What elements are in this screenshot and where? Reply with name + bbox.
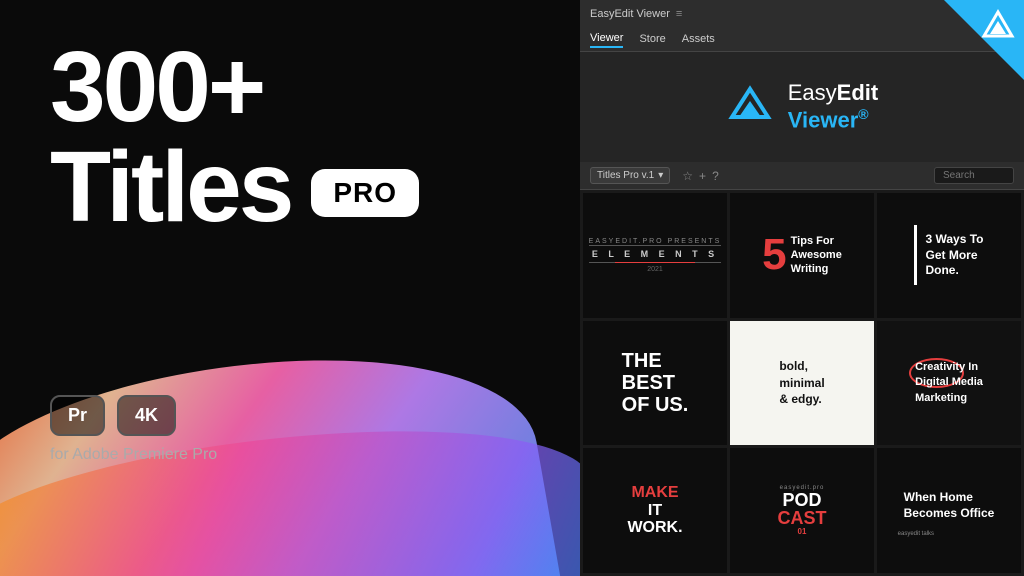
title-bar-text: EasyEdit Viewer: [590, 8, 670, 20]
tile-tips[interactable]: 5 Tips ForAwesomeWriting: [730, 193, 874, 318]
add-icon[interactable]: +: [699, 169, 706, 183]
main-number: 300+: [50, 40, 530, 135]
tile-podcast-title2: CAST: [778, 509, 827, 527]
search-input[interactable]: [934, 167, 1014, 184]
tile-elements-title: E L E M E N T S: [589, 245, 722, 263]
preset-label: Titles Pro v.1: [597, 170, 654, 181]
toolbar-icons: ☆ + ?: [682, 169, 718, 183]
pr-badge: Pr: [50, 395, 105, 436]
tile-bold[interactable]: bold,minimal& edgy.: [730, 321, 874, 446]
tile-podcast-title: POD: [778, 491, 827, 509]
left-panel: 300+ Titles PRO Pr 4K for Adobe Premiere…: [0, 0, 580, 576]
chevron-down-icon: ▾: [658, 170, 663, 181]
corner-logo-icon: [980, 8, 1016, 51]
logo-viewer: Viewer®: [788, 106, 869, 133]
tile-best[interactable]: THEBESTOF US.: [583, 321, 727, 446]
titles-row: Titles PRO: [50, 140, 530, 235]
tile-ways-bar: [914, 225, 917, 285]
tile-make[interactable]: MAKEITWORK.: [583, 448, 727, 573]
tile-ways-text: 3 Ways ToGet MoreDone.: [925, 232, 983, 279]
tile-elements[interactable]: easyedit.pro presents E L E M E N T S 20…: [583, 193, 727, 318]
star-icon[interactable]: ☆: [682, 169, 693, 183]
app-window: EasyEdit Viewer ≡ Viewer Store Assets Ea…: [580, 0, 1024, 576]
menu-viewer[interactable]: Viewer: [590, 32, 623, 48]
menu-icon: ≡: [676, 8, 682, 20]
logo-v-icon: [726, 83, 774, 131]
tile-home-content: When HomeBecomes Office easyedit talks: [892, 478, 1007, 543]
preset-selector[interactable]: Titles Pro v.1 ▾: [590, 167, 670, 184]
tile-podcast[interactable]: easyedit.pro POD CAST 01: [730, 448, 874, 573]
tile-creativity-inner: Creativity InDigital MediaMarketing: [909, 354, 989, 412]
tile-elements-content: easyedit.pro presents E L E M E N T S 20…: [589, 238, 722, 273]
pro-badge: PRO: [311, 169, 419, 217]
tile-home[interactable]: When HomeBecomes Office easyedit talks: [877, 448, 1021, 573]
tile-creativity-text: Creativity InDigital MediaMarketing: [909, 354, 989, 412]
premiere-label: for Adobe Premiere Pro: [0, 446, 580, 464]
logo-edit: Edit: [837, 80, 879, 106]
tile-home-sub: easyedit talks: [898, 531, 1001, 537]
tile-creativity[interactable]: Creativity InDigital MediaMarketing: [877, 321, 1021, 446]
tile-ways[interactable]: 3 Ways ToGet MoreDone.: [877, 193, 1021, 318]
tile-tips-number: 5: [762, 233, 786, 277]
tile-bold-text: bold,minimal& edgy.: [771, 350, 832, 416]
tile-best-text: THEBESTOF US.: [622, 350, 689, 416]
tile-home-text: When HomeBecomes Office: [898, 484, 1001, 527]
tile-elements-label: easyedit.pro presents: [589, 238, 722, 245]
badges-row: Pr 4K: [0, 395, 580, 436]
toolbar: Titles Pro v.1 ▾ ☆ + ?: [580, 162, 1024, 190]
main-word: Titles: [50, 140, 291, 235]
logo-text: Easy Edit Viewer®: [788, 80, 878, 133]
tile-elements-year: 2021: [589, 266, 722, 273]
4k-badge: 4K: [117, 395, 176, 436]
tile-ways-inner: 3 Ways ToGet MoreDone.: [914, 225, 983, 285]
menu-assets[interactable]: Assets: [682, 33, 715, 47]
tiles-grid: easyedit.pro presents E L E M E N T S 20…: [580, 190, 1024, 576]
help-icon[interactable]: ?: [712, 169, 719, 183]
tile-podcast-content: easyedit.pro POD CAST 01: [778, 485, 827, 536]
logo-easy: Easy: [788, 80, 837, 106]
tile-make-text: MAKEITWORK.: [627, 484, 682, 537]
left-content: 300+ Titles PRO: [0, 0, 580, 275]
corner-bookmark: [944, 0, 1024, 80]
tile-podcast-sub: 01: [778, 527, 827, 536]
menu-store[interactable]: Store: [639, 33, 665, 47]
tile-tips-text: Tips ForAwesomeWriting: [791, 234, 842, 277]
